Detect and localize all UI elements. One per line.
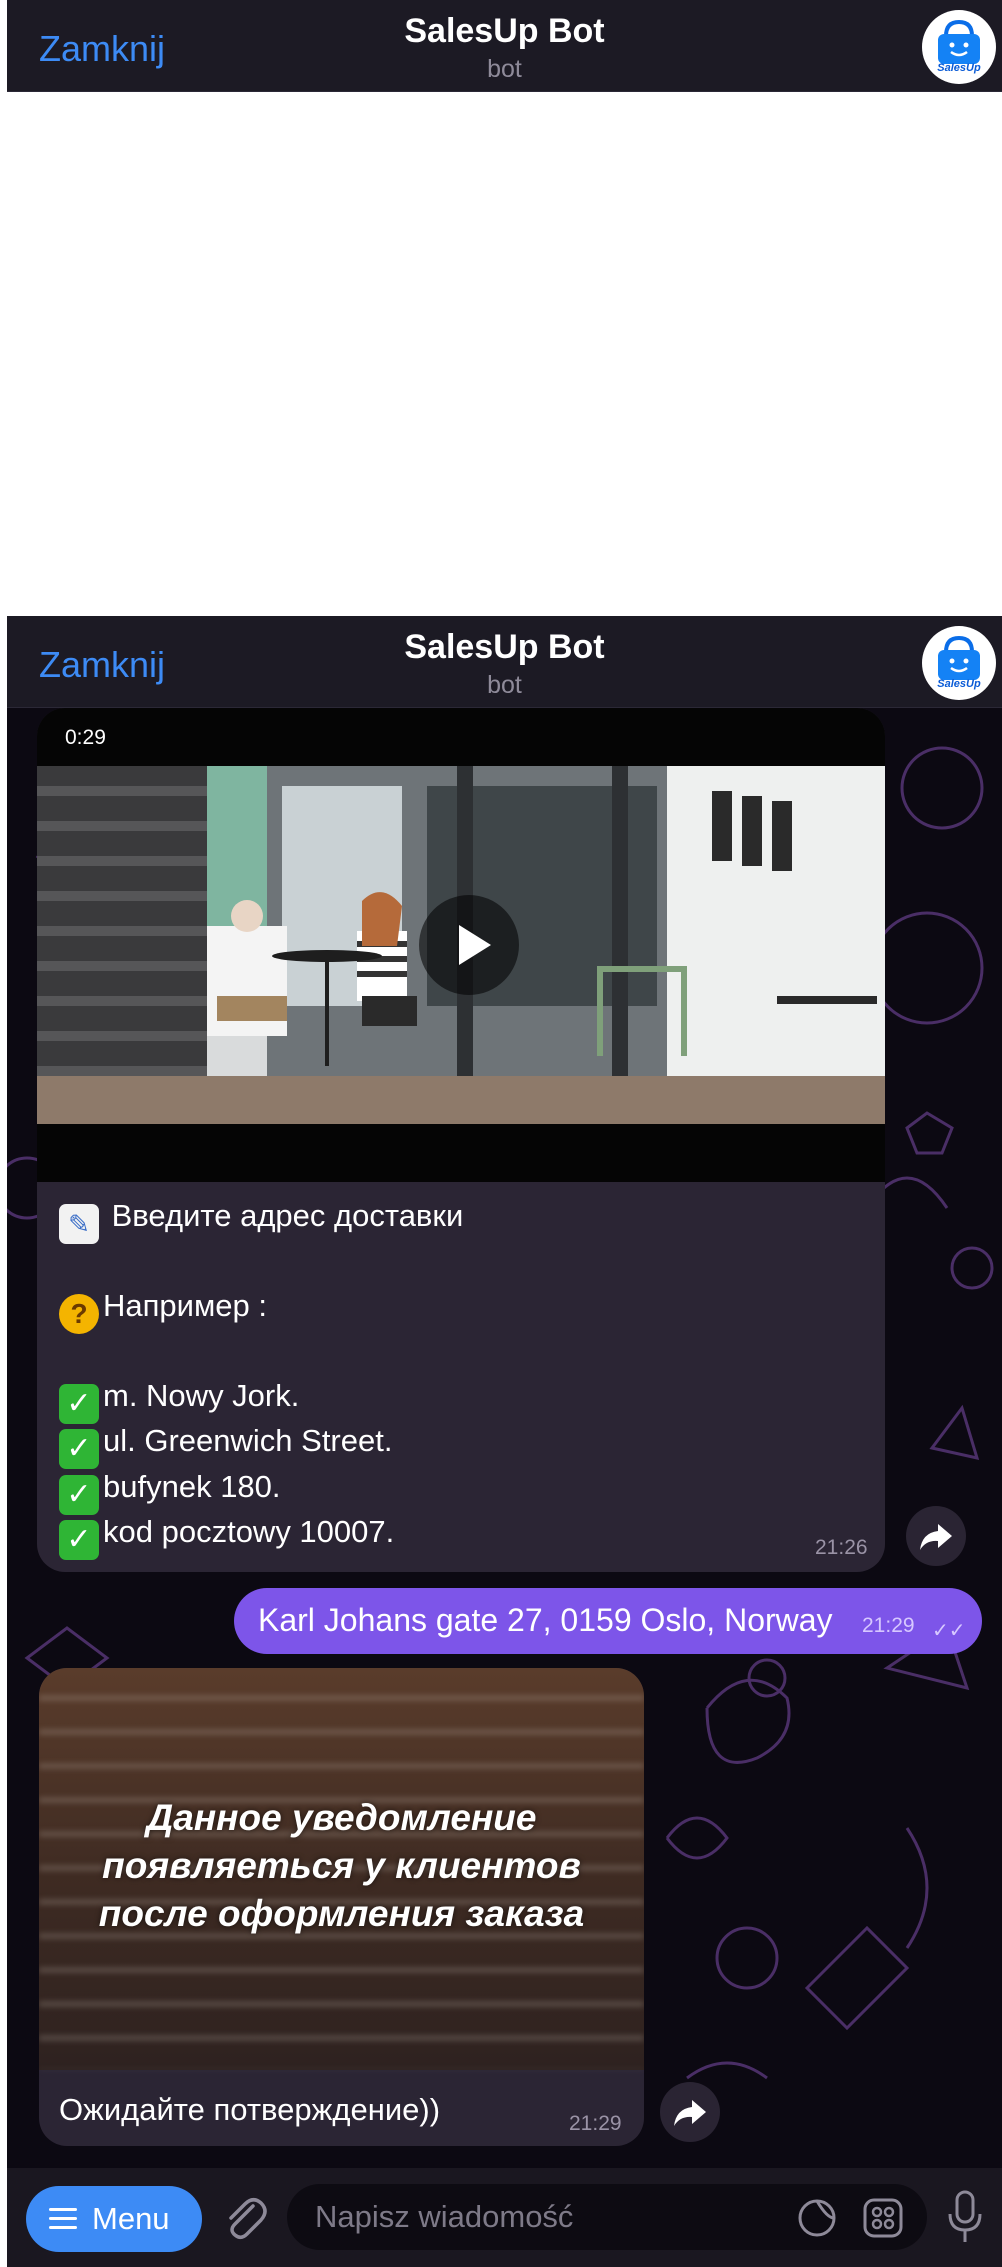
message-time: 21:26 bbox=[815, 1536, 868, 1559]
caption-line: появляеться у клиентов bbox=[102, 1845, 581, 1886]
share-arrow-icon bbox=[920, 1524, 952, 1550]
message-line: ✓ bufynek 180. bbox=[59, 1469, 281, 1515]
message-composer: Menu bbox=[7, 2168, 1002, 2267]
share-arrow-icon bbox=[674, 2100, 706, 2126]
example-line-text: bufynek 180. bbox=[103, 1469, 281, 1504]
message-line: ✓ m. Nowy Jork. bbox=[59, 1378, 299, 1424]
message-time: 21:29 bbox=[862, 1614, 915, 1637]
message-line: ✓ kod pocztowy 10007. bbox=[59, 1514, 394, 1560]
address-prompt-text: Введите адрес доставки bbox=[111, 1198, 464, 1233]
caption-line: после оформления заказа bbox=[98, 1893, 585, 1934]
check-mark-icon: ✓ bbox=[59, 1475, 99, 1515]
avatar-logo-text: SalesUp bbox=[937, 62, 981, 74]
blurred-receipt-image[interactable]: Данное уведомление появляеться у клиенто… bbox=[39, 1668, 644, 2070]
video-player[interactable]: 0:29 bbox=[37, 708, 885, 1182]
incoming-video-message[interactable]: 0:29 ✎ Введите адрес доставки ? Например… bbox=[37, 708, 885, 1572]
avatar-logo-text: SalesUp bbox=[937, 678, 981, 690]
example-line-text: ul. Greenwich Street. bbox=[103, 1423, 393, 1458]
caption-line: Данное уведомление bbox=[146, 1797, 537, 1838]
outgoing-message-text: Karl Johans gate 27, 0159 Oslo, Norway bbox=[258, 1602, 833, 1638]
menu-label: Menu bbox=[92, 2201, 170, 2236]
image-overlay-caption: Данное уведомление появляеться у клиенто… bbox=[59, 1794, 624, 1938]
sticker-icon[interactable] bbox=[797, 2198, 837, 2238]
message-time: 21:29 bbox=[569, 2112, 622, 2135]
example-line-text: kod pocztowy 10007. bbox=[103, 1514, 395, 1549]
play-button[interactable] bbox=[419, 895, 519, 995]
forward-button[interactable] bbox=[660, 2082, 720, 2142]
play-icon bbox=[459, 925, 491, 965]
menu-button[interactable]: Menu bbox=[26, 2186, 202, 2252]
chat-area[interactable]: 0:29 ✎ Введите адрес доставки ? Например… bbox=[7, 708, 1002, 2168]
chat-subtitle: bot bbox=[487, 55, 522, 83]
bot-avatar[interactable]: SalesUp bbox=[922, 10, 996, 84]
chat-subtitle: bot bbox=[487, 671, 522, 699]
hamburger-icon bbox=[49, 2208, 77, 2229]
example-line-text: m. Nowy Jork. bbox=[103, 1378, 300, 1413]
thinking-face-icon: ? bbox=[59, 1294, 99, 1334]
memo-icon: ✎ bbox=[59, 1204, 99, 1244]
message-line: ? Например : bbox=[59, 1288, 267, 1334]
commands-grid-icon[interactable] bbox=[863, 2198, 903, 2238]
bot-avatar[interactable]: SalesUp bbox=[922, 626, 996, 700]
top-header: Zamknij SalesUp Bot bot SalesUp bbox=[7, 0, 1002, 92]
outgoing-message[interactable]: Karl Johans gate 27, 0159 Oslo, Norway 2… bbox=[234, 1588, 982, 1654]
forward-button[interactable] bbox=[906, 1506, 966, 1566]
example-label-text: Например : bbox=[103, 1288, 267, 1323]
paperclip-icon[interactable] bbox=[219, 2192, 269, 2244]
microphone-icon[interactable] bbox=[945, 2190, 985, 2244]
check-mark-icon: ✓ bbox=[59, 1384, 99, 1424]
message-line: ✎ Введите адрес доставки bbox=[59, 1198, 463, 1244]
incoming-image-message[interactable]: Данное уведомление появляеться у клиенто… bbox=[39, 1668, 644, 2146]
check-mark-icon: ✓ bbox=[59, 1520, 99, 1560]
video-duration: 0:29 bbox=[65, 726, 106, 749]
incoming-message-text: Ожидайте потверждение)) bbox=[59, 2092, 441, 2127]
chat-title: SalesUp Bot bbox=[404, 628, 605, 666]
message-line: ✓ ul. Greenwich Street. bbox=[59, 1423, 392, 1469]
second-header: Zamknij SalesUp Bot bot SalesUp bbox=[7, 616, 1002, 708]
double-check-icon: ✓✓ bbox=[932, 1620, 966, 1642]
check-mark-icon: ✓ bbox=[59, 1429, 99, 1469]
chat-title: SalesUp Bot bbox=[404, 12, 605, 50]
